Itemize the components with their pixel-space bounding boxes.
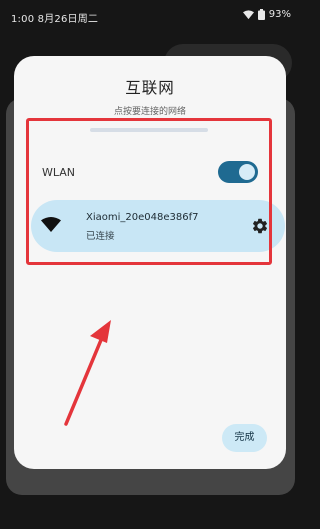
annotation-arrow bbox=[64, 320, 111, 426]
